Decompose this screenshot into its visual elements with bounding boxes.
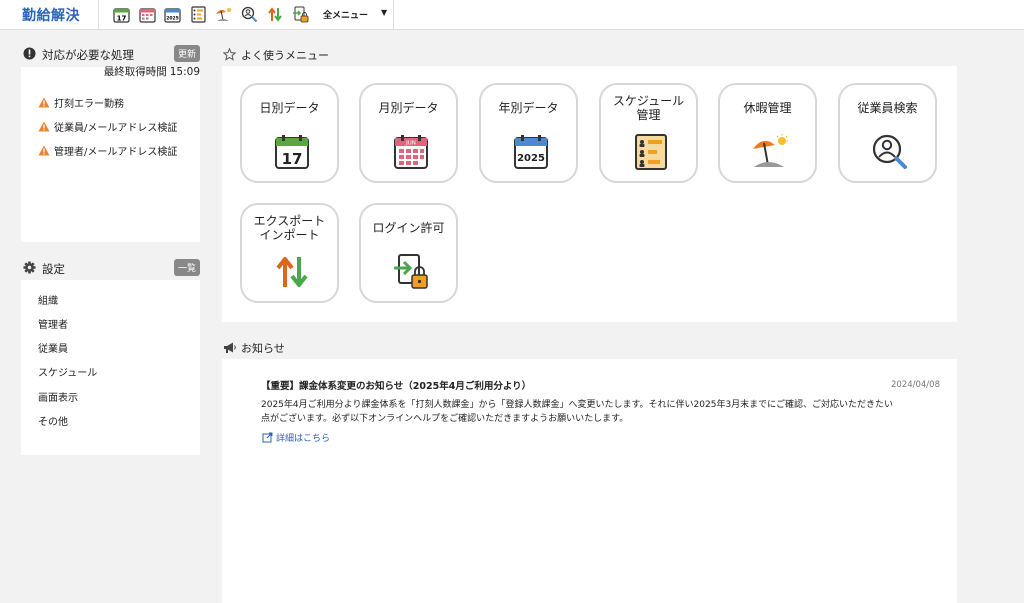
- schedule-icon[interactable]: [190, 6, 207, 23]
- alert-label: 従業員/メールアドレス検証: [54, 122, 178, 134]
- news-date: 2024/04/08: [891, 380, 940, 390]
- refresh-button[interactable]: 更新: [173, 45, 200, 62]
- tile-label: 日別データ: [259, 101, 320, 115]
- todo-panel-title: 対応が必要な処理: [42, 48, 134, 62]
- last-fetched-label: 最終取得時間: [103, 66, 167, 78]
- all-menu-label: 全メニュー: [323, 11, 369, 21]
- login-permission-icon: [394, 254, 428, 289]
- employee-search-icon[interactable]: [241, 6, 258, 23]
- app-logo[interactable]: 勤給解決: [22, 5, 80, 25]
- news-panel: 【重要】課金体系変更のお知らせ（2025年4月ご利用分より） 2024/04/0…: [222, 359, 957, 603]
- news-body: 2025年4月ご利用分より課金体系を「打刻人数課金」から「登録人数課金」へ変更い…: [261, 400, 894, 424]
- svg-text:2025: 2025: [166, 16, 179, 22]
- monthly-calendar-icon: JUN: [394, 135, 428, 169]
- yearly-calendar-icon: 2025: [514, 135, 548, 169]
- settings-panel: 組織 管理者 従業員 スケジュール 画面表示 その他: [21, 280, 200, 455]
- vacation-icon: [753, 134, 788, 167]
- alert-label: 管理者/メールアドレス検証: [54, 146, 178, 158]
- settings-item-admin[interactable]: 管理者: [38, 316, 68, 331]
- last-fetched-time: 最終取得時間 15:09: [101, 64, 200, 79]
- schedule-icon: [635, 134, 667, 170]
- monthly-calendar-icon[interactable]: [139, 6, 156, 23]
- settings-item-other[interactable]: その他: [38, 413, 68, 428]
- settings-list-button[interactable]: 一覧: [173, 259, 200, 276]
- import-export-icon[interactable]: [267, 6, 284, 23]
- settings-item-employee[interactable]: 従業員: [38, 340, 68, 355]
- news-title: お知らせ: [241, 342, 285, 355]
- tile-label: 月別データ: [378, 101, 439, 115]
- news-link-label: 詳細はこちら: [276, 434, 331, 444]
- tile-schedule-management[interactable]: スケジュール 管理: [599, 83, 698, 183]
- svg-text:17: 17: [117, 15, 127, 23]
- star-icon: [223, 48, 236, 61]
- alert-item[interactable]: 管理者/メールアドレス検証: [38, 142, 177, 158]
- all-menu-dropdown[interactable]: 全メニュー ▼: [321, 0, 394, 29]
- todo-panel-header: 対応が必要な処理 更新: [22, 43, 200, 65]
- warning-icon: [38, 121, 50, 131]
- calendar-year: 2025: [517, 153, 545, 164]
- last-fetched-value: 15:09: [169, 66, 200, 78]
- tile-yearly-data[interactable]: 年別データ 2025: [479, 83, 578, 183]
- tile-label: スケジュール 管理: [612, 94, 685, 122]
- warning-icon: [38, 145, 50, 155]
- divider: [98, 0, 99, 29]
- tile-employee-search[interactable]: 従業員検索: [838, 83, 937, 183]
- news-headline[interactable]: 【重要】課金体系変更のお知らせ（2025年4月ご利用分より）: [261, 378, 531, 392]
- settings-item-display[interactable]: 画面表示: [38, 389, 78, 404]
- chevron-down-icon: ▼: [381, 8, 388, 17]
- tile-label: 従業員検索: [857, 101, 918, 115]
- vacation-icon[interactable]: [215, 6, 232, 23]
- external-link-icon: [262, 432, 273, 443]
- tile-monthly-data[interactable]: 月別データ JUN: [359, 83, 458, 183]
- tile-label: 休暇管理: [743, 101, 792, 115]
- alert-item[interactable]: 打刻エラー勤務: [38, 94, 124, 110]
- megaphone-icon: [224, 342, 236, 353]
- tile-vacation-management[interactable]: 休暇管理: [718, 83, 817, 183]
- employee-search-icon: [872, 134, 907, 169]
- alert-label: 打刻エラー勤務: [54, 98, 124, 110]
- exclamation-circle-icon: [23, 47, 36, 60]
- tile-label: エクスポート インポート: [253, 214, 326, 242]
- daily-calendar-icon[interactable]: 17: [113, 6, 130, 23]
- settings-panel-title: 設定: [42, 262, 65, 276]
- login-permission-icon[interactable]: [292, 6, 309, 23]
- tile-label: 年別データ: [498, 101, 559, 115]
- calendar-day: 17: [282, 150, 303, 168]
- favorites-panel: 日別データ 17 月別データ JUN 年別データ 2025 スケジュール 管理 …: [222, 66, 957, 322]
- tile-label: ログイン許可: [372, 221, 445, 235]
- settings-item-schedule[interactable]: スケジュール: [38, 364, 97, 379]
- gear-icon: [23, 261, 36, 274]
- todo-panel: 最終取得時間 15:09 打刻エラー勤務 従業員/メールアドレス検証 管理者/メー…: [21, 64, 200, 242]
- settings-item-organization[interactable]: 組織: [38, 292, 58, 307]
- tile-daily-data[interactable]: 日別データ 17: [240, 83, 339, 183]
- alert-item[interactable]: 従業員/メールアドレス検証: [38, 118, 177, 134]
- tile-export-import[interactable]: エクスポート インポート: [240, 203, 339, 303]
- daily-calendar-icon: 17: [275, 135, 309, 169]
- news-detail-link[interactable]: 詳細はこちら: [262, 431, 330, 444]
- favorites-title: よく使うメニュー: [241, 49, 329, 62]
- warning-icon: [38, 97, 50, 107]
- top-bar: 勤給解決 17 2025 全メニュー ▼: [0, 0, 1024, 30]
- import-export-icon: [276, 257, 308, 287]
- tile-login-permission[interactable]: ログイン許可: [359, 203, 458, 303]
- yearly-calendar-icon[interactable]: 2025: [164, 6, 181, 23]
- settings-panel-header: 設定 一覧: [22, 257, 200, 279]
- calendar-month: JUN: [405, 141, 416, 147]
